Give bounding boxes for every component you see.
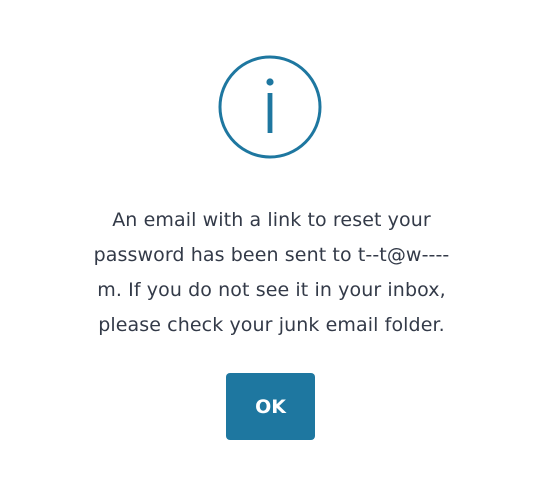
ok-button[interactable]: OK xyxy=(226,373,315,440)
info-icon xyxy=(218,55,322,159)
message-line: please check your junk email folder. xyxy=(98,314,445,336)
message-line: password has been sent to t--t@w---- xyxy=(93,244,450,266)
reset-confirmation-message: An email with a link to reset your passw… xyxy=(40,203,503,343)
password-reset-dialog: An email with a link to reset your passw… xyxy=(0,0,543,493)
message-line: An email with a link to reset your xyxy=(112,209,431,231)
message-line: m. If you do not see it in your inbox, xyxy=(97,279,446,301)
